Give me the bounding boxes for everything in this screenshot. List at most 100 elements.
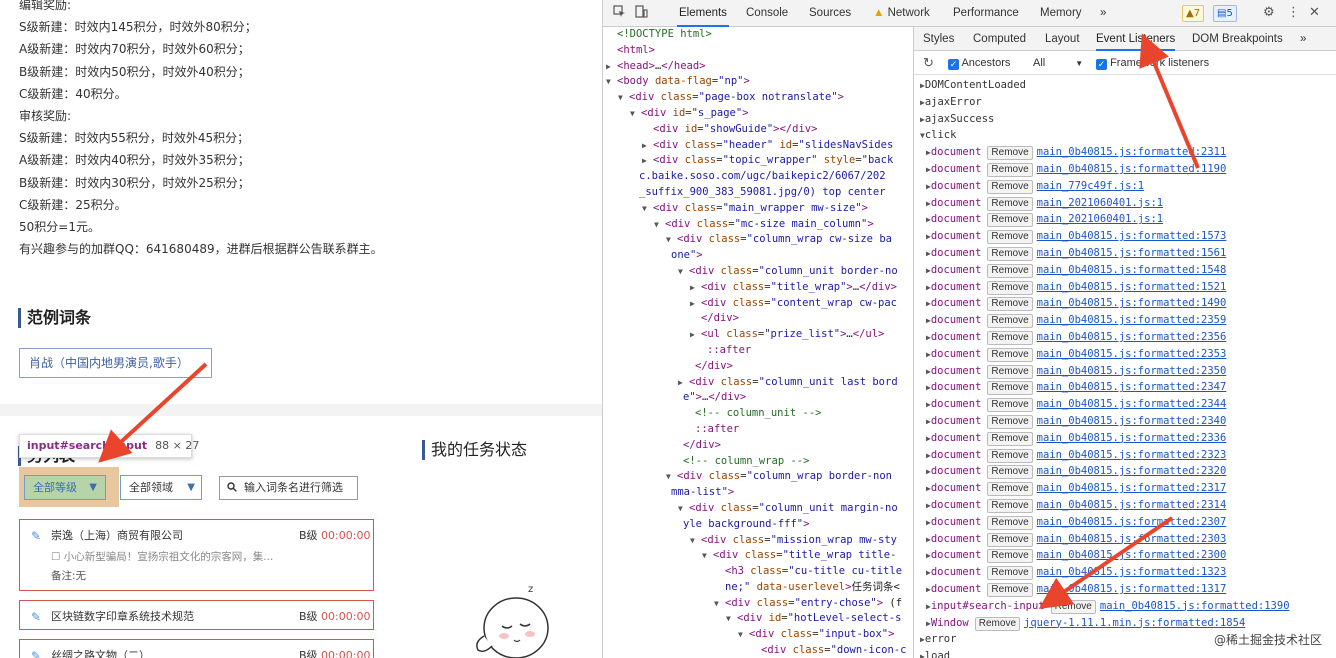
dom-node-line[interactable]: mma-list"> (603, 485, 913, 501)
listener-row[interactable]: ▶document Remove main_0b40815.js:formatted… (920, 346, 1290, 363)
issue-count-badge[interactable]: ▤5 (1213, 5, 1237, 22)
gear-icon[interactable]: ⚙ (1263, 5, 1275, 20)
device-toolbar-icon[interactable] (635, 5, 648, 22)
tab-performance[interactable]: Performance (953, 0, 1019, 27)
listener-row[interactable]: ▶Window Remove jquery-1.11.1.min.js:format… (920, 615, 1290, 632)
listener-source-link[interactable]: main_0b40815.js:formatted:1190 (1037, 163, 1227, 175)
dom-node-line[interactable]: <h3 class="cu-title cu-title (603, 564, 913, 580)
remove-listener-button[interactable]: Remove (987, 398, 1033, 413)
listener-source-link[interactable]: main_0b40815.js:formatted:2323 (1037, 449, 1227, 461)
dom-node-line[interactable]: _suffix_900_383_59081.jpg/0) top center (603, 185, 913, 201)
dom-node-line[interactable]: ::after (603, 422, 913, 438)
remove-listener-button[interactable]: Remove (987, 213, 1033, 228)
listener-source-link[interactable]: main_0b40815.js:formatted:1323 (1037, 566, 1227, 578)
dom-node-line[interactable]: one"> (603, 248, 913, 264)
listener-source-link[interactable]: main_0b40815.js:formatted:2359 (1037, 314, 1227, 326)
task-card[interactable]: ✎ 区块链数字印章系统技术规范 B级 00:00:00 (19, 600, 374, 630)
tab-layout[interactable]: Layout (1045, 27, 1080, 51)
elements-dom-tree[interactable]: <!DOCTYPE html> <html> ▶ <head>…</head> ▼ <… (603, 27, 913, 658)
inspect-element-icon[interactable] (613, 5, 626, 22)
event-type-row[interactable]: ▶ajaxError (920, 94, 1290, 111)
listener-row[interactable]: ▶document Remove main_0b40815.js:formatted… (920, 447, 1290, 464)
listener-source-link[interactable]: main_0b40815.js:formatted:1490 (1037, 297, 1227, 309)
expanded-triangle-icon[interactable]: ▼ (654, 217, 659, 233)
level-filter-select[interactable]: 全部等级 ▼ (24, 475, 106, 500)
dom-node-line[interactable]: ▶ <ul class="prize_list">…</ul> (603, 327, 913, 343)
listener-source-link[interactable]: main_0b40815.js:formatted:1548 (1037, 264, 1227, 276)
remove-listener-button[interactable]: Remove (987, 414, 1033, 429)
listener-source-link[interactable]: main_0b40815.js:formatted:2317 (1037, 482, 1227, 494)
remove-listener-button[interactable]: Remove (987, 498, 1033, 513)
tab-memory[interactable]: Memory (1040, 0, 1082, 27)
collapsed-triangle-icon[interactable]: ▶ (690, 327, 695, 343)
remove-listener-button[interactable]: Remove (987, 297, 1033, 312)
dom-node-line[interactable]: ▶ <div class="topic_wrapper" style="back (603, 153, 913, 169)
dom-node-line[interactable]: yle background-fff"> (603, 517, 913, 533)
listener-source-link[interactable]: main_0b40815.js:formatted:1561 (1037, 247, 1227, 259)
expanded-triangle-icon[interactable]: ▼ (702, 548, 707, 564)
remove-listener-button[interactable]: Remove (987, 431, 1033, 446)
dom-node-line[interactable]: ▼ <div class="mission_wrap mw-sty (603, 533, 913, 549)
expanded-triangle-icon[interactable]: ▼ (606, 74, 611, 90)
tab-dom-breakpoints[interactable]: DOM Breakpoints (1192, 27, 1283, 51)
more-tabs-button[interactable]: » (1100, 0, 1106, 27)
dom-node-line[interactable]: ▼ <div class="main_wrapper mw-size"> (603, 201, 913, 217)
listener-source-link[interactable]: main_2021060401.js:1 (1037, 197, 1163, 209)
listener-row[interactable]: ▶document Remove main_0b40815.js:formatted… (920, 547, 1290, 564)
more-options-icon[interactable]: ⋮ (1287, 5, 1300, 20)
task-card[interactable]: ✎ 丝绸之路文物（二） B级 00:00:00 (19, 639, 374, 658)
remove-listener-button[interactable]: Remove (987, 566, 1033, 581)
listener-source-link[interactable]: main_0b40815.js:formatted:2300 (1037, 549, 1227, 561)
listener-source-link[interactable]: main_2021060401.js:1 (1037, 213, 1163, 225)
tab-event-listeners[interactable]: Event Listeners (1096, 27, 1176, 51)
listener-row[interactable]: ▶document Remove main_0b40815.js:formatted… (920, 262, 1290, 279)
listener-source-link[interactable]: main_0b40815.js:formatted:1390 (1100, 600, 1290, 612)
expanded-triangle-icon[interactable]: ▼ (714, 596, 719, 612)
collapsed-triangle-icon[interactable]: ▶ (606, 59, 611, 75)
remove-listener-button[interactable]: Remove (987, 515, 1033, 530)
remove-listener-button[interactable]: Remove (987, 465, 1033, 480)
listener-row[interactable]: ▶document Remove main_0b40815.js:formatted… (920, 379, 1290, 396)
tab-elements[interactable]: Elements (677, 0, 729, 27)
listener-row[interactable]: ▶document Remove main_0b40815.js:formatted… (920, 396, 1290, 413)
expanded-triangle-icon[interactable]: ▼ (642, 201, 647, 217)
expanded-triangle-icon[interactable]: ▼ (726, 611, 731, 627)
dom-node-line[interactable]: ▶ <head>…</head> (603, 59, 913, 75)
dom-node-line[interactable]: ne;" data-userlevel>任务词条< (603, 580, 913, 596)
listener-source-link[interactable]: main_779c49f.js:1 (1037, 180, 1144, 192)
listener-source-link[interactable]: main_0b40815.js:formatted:2307 (1037, 516, 1227, 528)
listener-row[interactable]: ▶document Remove main_0b40815.js:formatted… (920, 413, 1290, 430)
dom-node-line[interactable]: <!DOCTYPE html> (603, 27, 913, 43)
dom-node-line[interactable]: ▼ <div class="input-box"> (603, 627, 913, 643)
event-type-row[interactable]: ▼click (920, 127, 1290, 144)
dom-node-line[interactable]: ▼ <div class="column_wrap cw-size ba (603, 232, 913, 248)
remove-listener-button[interactable]: Remove (987, 549, 1033, 564)
remove-listener-button[interactable]: Remove (987, 196, 1033, 211)
dom-node-line[interactable]: <div class="down-icon-c (603, 643, 913, 658)
remove-listener-button[interactable]: Remove (987, 246, 1033, 261)
listener-row[interactable]: ▶document Remove main_0b40815.js:formatted… (920, 564, 1290, 581)
listener-row[interactable]: ▶document Remove main_0b40815.js:formatted… (920, 581, 1290, 598)
collapsed-triangle-icon[interactable]: ▶ (690, 296, 695, 312)
dom-node-line[interactable]: ▼ <div class="column_unit border-no (603, 264, 913, 280)
dom-node-line[interactable]: ▼ <div class="page-box notranslate"> (603, 90, 913, 106)
dom-node-line[interactable]: ▶ <div class="content_wrap cw-pac (603, 296, 913, 312)
ancestors-filter-select[interactable]: All ▼ (1033, 51, 1083, 76)
listener-source-link[interactable]: main_0b40815.js:formatted:2350 (1037, 365, 1227, 377)
listener-row[interactable]: ▶document Remove main_0b40815.js:formatted… (920, 228, 1290, 245)
expanded-triangle-icon[interactable]: ▼ (666, 232, 671, 248)
listener-row[interactable]: ▶document Remove main_0b40815.js:formatted… (920, 312, 1290, 329)
remove-listener-button[interactable]: Remove (987, 162, 1033, 177)
collapsed-triangle-icon[interactable]: ▶ (678, 375, 683, 391)
listener-source-link[interactable]: main_0b40815.js:formatted:1317 (1037, 583, 1227, 595)
dom-node-line[interactable]: ▶ <div class="title_wrap">…</div> (603, 280, 913, 296)
listener-source-link[interactable]: jquery-1.11.1.min.js:formatted:1854 (1024, 617, 1245, 629)
remove-listener-button[interactable]: Remove (987, 347, 1033, 362)
dom-node-line[interactable]: c.baike.soso.com/ugc/baikepic2/6067/202 (603, 169, 913, 185)
dom-node-line[interactable]: ▼ <div id="s_page"> (603, 106, 913, 122)
collapsed-triangle-icon[interactable]: ▶ (642, 138, 647, 154)
event-type-row[interactable]: ▶load (920, 648, 1290, 658)
warning-count-badge[interactable]: ▲7 (1182, 5, 1205, 22)
dom-node-line[interactable]: ▶ <div class="column_unit last bord (603, 375, 913, 391)
example-entry-link[interactable]: 肖战（中国内地男演员,歌手） (19, 348, 212, 378)
